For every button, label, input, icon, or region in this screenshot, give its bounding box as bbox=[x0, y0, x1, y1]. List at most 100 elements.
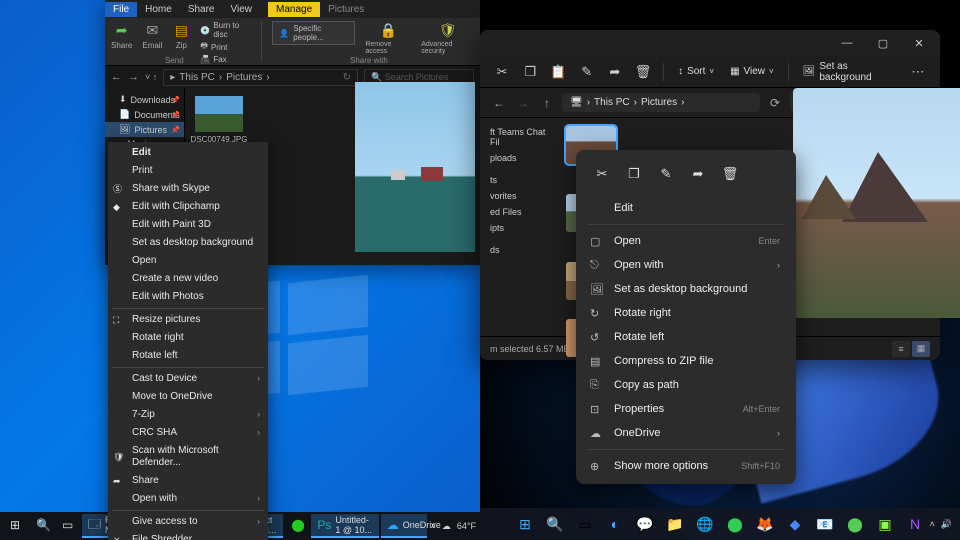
tb-app[interactable]: N bbox=[902, 511, 928, 537]
breadcrumb[interactable]: 🖥›This PC›Pictures› bbox=[562, 93, 760, 112]
ribbon-email-button[interactable]: ✉Email bbox=[142, 21, 162, 50]
ctx-set-background[interactable]: 🖼Set as desktop background bbox=[582, 277, 790, 301]
ribbon-burn[interactable]: 💿Burn to disc bbox=[200, 21, 251, 39]
tab-view[interactable]: View bbox=[223, 2, 261, 17]
tb-start[interactable]: ⊞ bbox=[4, 514, 28, 538]
copy-button[interactable]: ❐ bbox=[518, 59, 542, 85]
side-documents[interactable]: 📄Documents📌 bbox=[105, 107, 184, 122]
ribbon-fax[interactable]: 📠Fax bbox=[200, 55, 251, 64]
nav-back[interactable]: ← bbox=[111, 71, 122, 83]
ctx-create-video[interactable]: Create a new video bbox=[108, 270, 268, 288]
side-item[interactable]: ploads bbox=[480, 150, 558, 166]
tb-app[interactable]: ◆ bbox=[782, 511, 808, 537]
side-item[interactable]: vorites bbox=[480, 188, 558, 204]
nav-up[interactable]: ↑ bbox=[538, 96, 556, 110]
ctx-give-access[interactable]: Give access to› bbox=[108, 513, 268, 531]
ctx-cut[interactable]: ✂ bbox=[588, 160, 616, 188]
tb-app[interactable]: ☁OneDrive bbox=[381, 514, 427, 538]
ctx-properties[interactable]: ⊡PropertiesAlt+Enter bbox=[582, 397, 790, 421]
ribbon-remove-access[interactable]: 🔒Remove access bbox=[365, 21, 411, 55]
tb-chat[interactable]: 💬 bbox=[632, 511, 658, 537]
ribbon-zip-button[interactable]: ▤Zip bbox=[172, 21, 190, 50]
side-item[interactable]: ipts bbox=[480, 220, 558, 236]
ctx-open-with[interactable]: Open with› bbox=[108, 490, 268, 508]
file-thumb[interactable]: DSC00749.JPG bbox=[193, 96, 245, 144]
minimize-button[interactable]: — bbox=[830, 32, 864, 54]
tb-app[interactable]: ⬤ bbox=[285, 514, 309, 538]
ctx-edit[interactable]: Edit bbox=[108, 144, 268, 162]
nav-back[interactable]: ← bbox=[490, 96, 508, 110]
tb-system-tray[interactable]: ˄🔊 bbox=[930, 519, 952, 530]
refresh-icon[interactable]: ⟳ bbox=[766, 96, 784, 110]
set-background-button[interactable]: 🖼Set as background bbox=[797, 61, 902, 83]
paste-button[interactable]: 📋 bbox=[546, 59, 570, 85]
breadcrumb[interactable]: ▸This PC›Pictures› ↻ bbox=[163, 69, 358, 86]
ctx-defender[interactable]: 🛡Scan with Microsoft Defender... bbox=[108, 442, 268, 472]
nav-up[interactable]: ˅ ↑ bbox=[145, 72, 157, 82]
tb-app[interactable]: ⬤ bbox=[722, 511, 748, 537]
ctx-copy-path[interactable]: ⎘Copy as path bbox=[582, 373, 790, 397]
ctx-set-background[interactable]: Set as desktop background bbox=[108, 234, 268, 252]
refresh-icon[interactable]: ↻ bbox=[343, 72, 351, 83]
ctx-compress-zip[interactable]: ▤Compress to ZIP file bbox=[582, 349, 790, 373]
share-button[interactable]: ➦ bbox=[603, 59, 627, 85]
ribbon-print[interactable]: 🖶Print bbox=[200, 40, 251, 54]
ctx-cast[interactable]: Cast to Device› bbox=[108, 370, 268, 388]
cut-button[interactable]: ✂ bbox=[490, 59, 514, 85]
ctx-open[interactable]: Open bbox=[108, 252, 268, 270]
maximize-button[interactable]: ▢ bbox=[866, 32, 900, 54]
tb-explorer[interactable]: 📁 bbox=[662, 511, 688, 537]
ribbon-specific-people[interactable]: 👤Specific people... bbox=[272, 21, 355, 45]
ctx-onedrive[interactable]: ☁OneDrive› bbox=[582, 421, 790, 445]
tb-search[interactable]: 🔍 bbox=[30, 514, 54, 538]
ctx-rotate-left[interactable]: Rotate left bbox=[108, 347, 268, 365]
side-item[interactable]: ts bbox=[480, 172, 558, 188]
tab-home[interactable]: Home bbox=[137, 2, 180, 17]
nav-fwd[interactable]: → bbox=[128, 71, 139, 83]
ctx-share[interactable]: ➦ bbox=[684, 160, 712, 188]
ribbon-share-button[interactable]: ➦Share bbox=[111, 21, 132, 50]
tb-search[interactable]: 🔍 bbox=[542, 511, 568, 537]
tb-system-tray[interactable]: ˄☁64°F bbox=[431, 521, 476, 532]
ctx-paint3d[interactable]: Edit with Paint 3D bbox=[108, 216, 268, 234]
ctx-copy[interactable]: ❐ bbox=[620, 160, 648, 188]
tab-manage[interactable]: Manage bbox=[268, 2, 320, 17]
tb-app[interactable]: PsUntitled-1 @ 10... bbox=[311, 514, 378, 538]
side-downloads[interactable]: ⬇Downloads📌 bbox=[105, 92, 184, 107]
ctx-clipchamp[interactable]: ◆Edit with Clipchamp bbox=[108, 198, 268, 216]
tb-app[interactable]: 🦊 bbox=[752, 511, 778, 537]
ctx-rename[interactable]: ✎ bbox=[652, 160, 680, 188]
ctx-delete[interactable]: 🗑 bbox=[716, 160, 744, 188]
sort-dropdown[interactable]: ↕Sort˅ bbox=[672, 66, 720, 77]
tb-app[interactable]: ⬤ bbox=[842, 511, 868, 537]
ctx-share[interactable]: ➦Share bbox=[108, 472, 268, 490]
ctx-onedrive[interactable]: Move to OneDrive bbox=[108, 388, 268, 406]
tb-edge[interactable]: 🌐 bbox=[692, 511, 718, 537]
side-item[interactable]: ed Files bbox=[480, 204, 558, 220]
ctx-edit-photos[interactable]: Edit with Photos bbox=[108, 288, 268, 306]
tb-taskview[interactable]: ▭ bbox=[56, 514, 80, 538]
side-item[interactable]: ds bbox=[480, 242, 558, 258]
side-item[interactable]: ft Teams Chat Fil bbox=[480, 124, 558, 150]
ctx-share-skype[interactable]: ⓈShare with Skype bbox=[108, 180, 268, 198]
ctx-file-shredder[interactable]: ⨯File Shredder bbox=[108, 531, 268, 540]
tb-start[interactable]: ⊞ bbox=[512, 511, 538, 537]
ctx-crc[interactable]: CRC SHA› bbox=[108, 424, 268, 442]
nav-fwd[interactable]: → bbox=[514, 96, 532, 110]
more-button[interactable]: ⋯ bbox=[906, 59, 930, 85]
ctx-rotate-right[interactable]: Rotate right bbox=[108, 329, 268, 347]
ctx-rotate-right[interactable]: ↻Rotate right bbox=[582, 301, 790, 325]
ctx-open[interactable]: ▢OpenEnter bbox=[582, 229, 790, 253]
tab-file[interactable]: File bbox=[105, 2, 137, 17]
ctx-open-with[interactable]: ⎋Open with› bbox=[582, 253, 790, 277]
ctx-print[interactable]: Print bbox=[108, 162, 268, 180]
tb-taskview[interactable]: ▭ bbox=[572, 511, 598, 537]
delete-button[interactable]: 🗑 bbox=[631, 59, 655, 85]
rename-button[interactable]: ✎ bbox=[575, 59, 599, 85]
ctx-rotate-left[interactable]: ↺Rotate left bbox=[582, 325, 790, 349]
ctx-7zip[interactable]: 7-Zip› bbox=[108, 406, 268, 424]
tb-app[interactable]: ▣ bbox=[872, 511, 898, 537]
ribbon-advanced-security[interactable]: 🛡Advanced security bbox=[421, 21, 474, 55]
ctx-edit[interactable]: Edit bbox=[582, 196, 790, 220]
tb-widgets[interactable]: ◐ bbox=[602, 511, 628, 537]
